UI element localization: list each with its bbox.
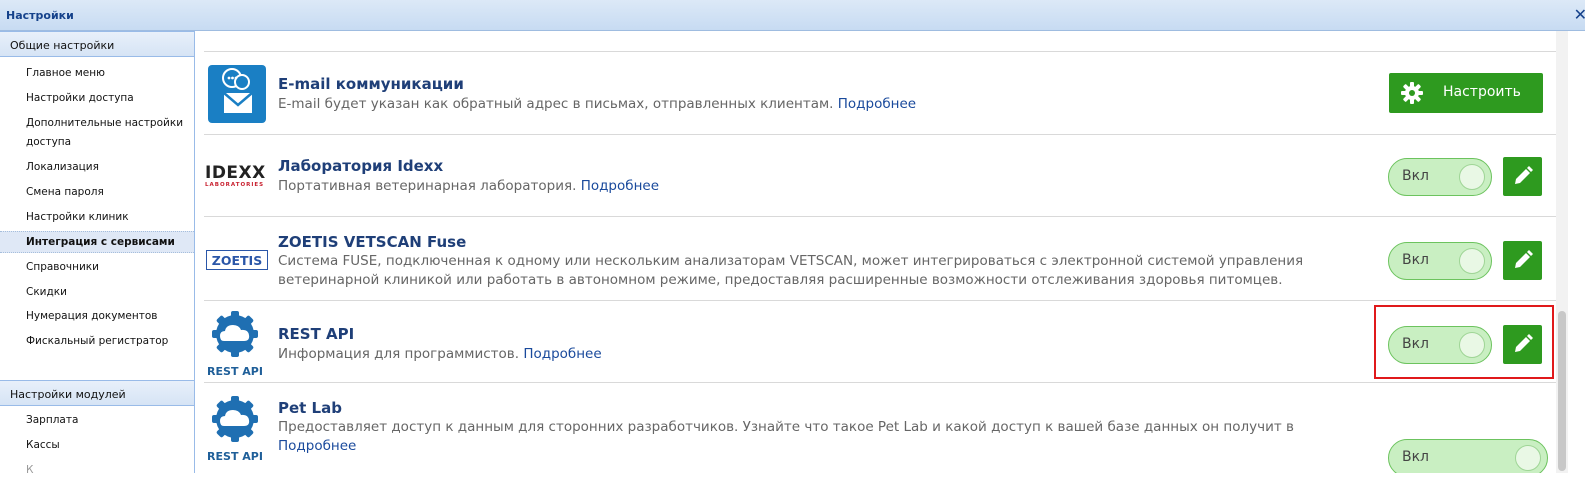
integration-name: Pet Lab <box>278 399 342 417</box>
edit-button[interactable] <box>1503 157 1542 196</box>
svg-text:IDEXX: IDEXX <box>205 163 266 183</box>
integration-desc: Информация для программистов. Подробнее <box>278 346 602 362</box>
pencil-icon <box>1515 166 1533 184</box>
content-scrollbar[interactable] <box>1556 31 1568 473</box>
svg-text:LABORATORIES: LABORATORIES <box>205 182 264 188</box>
window-titlebar: Настройки ✕ <box>0 0 1585 31</box>
sidebar-item-access[interactable]: Настройки доступа <box>0 88 194 108</box>
settings-sidebar: Общие настройки Главное меню Настройки д… <box>0 31 195 476</box>
svg-text:REST API: REST API <box>207 365 263 378</box>
sidebar-item-salary[interactable]: Зарплата <box>0 410 194 430</box>
list-top-divider <box>204 31 1559 52</box>
integration-row-email: E-mail коммуникации E-mail будет указан … <box>204 52 1559 135</box>
more-link[interactable]: Подробнее <box>278 438 356 454</box>
toggle-knob <box>1515 445 1541 471</box>
cloud-gear-icon: REST API <box>204 393 266 467</box>
email-chat-icon <box>208 65 266 127</box>
sidebar-item-extra-access-line2[interactable]: доступа <box>0 132 194 152</box>
cloud-gear-icon: REST API <box>204 308 266 382</box>
integration-desc: Портативная ветеринарная лаборатория. По… <box>278 178 660 194</box>
integration-desc: E-mail будет указан как обратный адрес в… <box>278 96 917 112</box>
sidebar-item-extra-access[interactable]: Дополнительные настройки <box>0 113 194 133</box>
sidebar-item-integrations[interactable]: Интеграция с сервисами <box>0 231 194 253</box>
sidebar-item-change-password[interactable]: Смена пароля <box>0 182 194 202</box>
integration-row-rest-api: REST API REST API Информация для програм… <box>204 301 1559 383</box>
more-link[interactable]: Подробнее <box>523 346 601 362</box>
toggle-knob <box>1459 248 1485 274</box>
toggle-label: Вкл <box>1402 449 1430 465</box>
integration-row-idexx: IDEXX LABORATORIES Лаборатория Idexx Пор… <box>204 135 1559 217</box>
integration-name: ZOETIS VETSCAN Fuse <box>278 233 467 251</box>
integration-desc: Система FUSE, подключенная к одному или … <box>278 253 1304 288</box>
enable-toggle[interactable]: Вкл <box>1388 242 1492 280</box>
highlight-box <box>1374 305 1554 379</box>
scrollbar-thumb[interactable] <box>1558 311 1566 471</box>
svg-text:ZOETIS: ZOETIS <box>212 253 262 268</box>
sidebar-item-clinics[interactable]: Настройки клиник <box>0 207 194 227</box>
more-link[interactable]: Подробнее <box>581 178 659 194</box>
integration-desc: Предоставляет доступ к данным для сторон… <box>278 419 1294 454</box>
integrations-list: E-mail коммуникации E-mail будет указан … <box>196 31 1571 473</box>
enable-toggle[interactable]: Вкл <box>1388 158 1492 196</box>
sidebar-item-main-menu[interactable]: Главное меню <box>0 63 194 83</box>
configure-button-label: Настроить <box>1443 84 1521 100</box>
sidebar-item-references[interactable]: Справочники <box>0 257 194 277</box>
pencil-icon <box>1515 250 1533 268</box>
sidebar-item-discounts[interactable]: Скидки <box>0 282 194 302</box>
sidebar-group-modules[interactable]: Настройки модулей <box>0 380 194 406</box>
configure-button[interactable]: Настроить <box>1389 73 1543 113</box>
sidebar-item-doc-numbering[interactable]: Нумерация документов <box>0 306 194 326</box>
sidebar-item-cut[interactable]: К <box>0 460 194 480</box>
idexx-logo: IDEXX LABORATORIES <box>204 162 270 192</box>
sidebar-group-general[interactable]: Общие настройки <box>0 31 194 57</box>
gear-icon <box>1401 82 1423 104</box>
toggle-label: Вкл <box>1402 168 1430 184</box>
toggle-knob <box>1459 164 1485 190</box>
integration-name: Лаборатория Idexx <box>278 157 444 175</box>
sidebar-item-fiscal[interactable]: Фискальный регистратор <box>0 331 194 351</box>
integration-name: E-mail коммуникации <box>278 75 464 93</box>
toggle-label: Вкл <box>1402 252 1430 268</box>
zoetis-logo: ZOETIS <box>206 250 268 274</box>
svg-text:REST API: REST API <box>207 450 263 463</box>
integration-row-zoetis: ZOETIS ZOETIS VETSCAN Fuse Система FUSE,… <box>204 217 1559 301</box>
integration-row-pet-lab: REST API Pet Lab Предоставляет доступ к … <box>204 383 1559 473</box>
more-link[interactable]: Подробнее <box>838 96 916 112</box>
integration-name: REST API <box>278 325 355 343</box>
sidebar-item-cash[interactable]: Кассы <box>0 435 194 455</box>
sidebar-item-localization[interactable]: Локализация <box>0 157 194 177</box>
enable-toggle[interactable]: Вкл <box>1388 439 1548 473</box>
window-title: Настройки <box>6 9 74 22</box>
close-icon[interactable]: ✕ <box>1574 5 1585 24</box>
edit-button[interactable] <box>1503 241 1542 280</box>
